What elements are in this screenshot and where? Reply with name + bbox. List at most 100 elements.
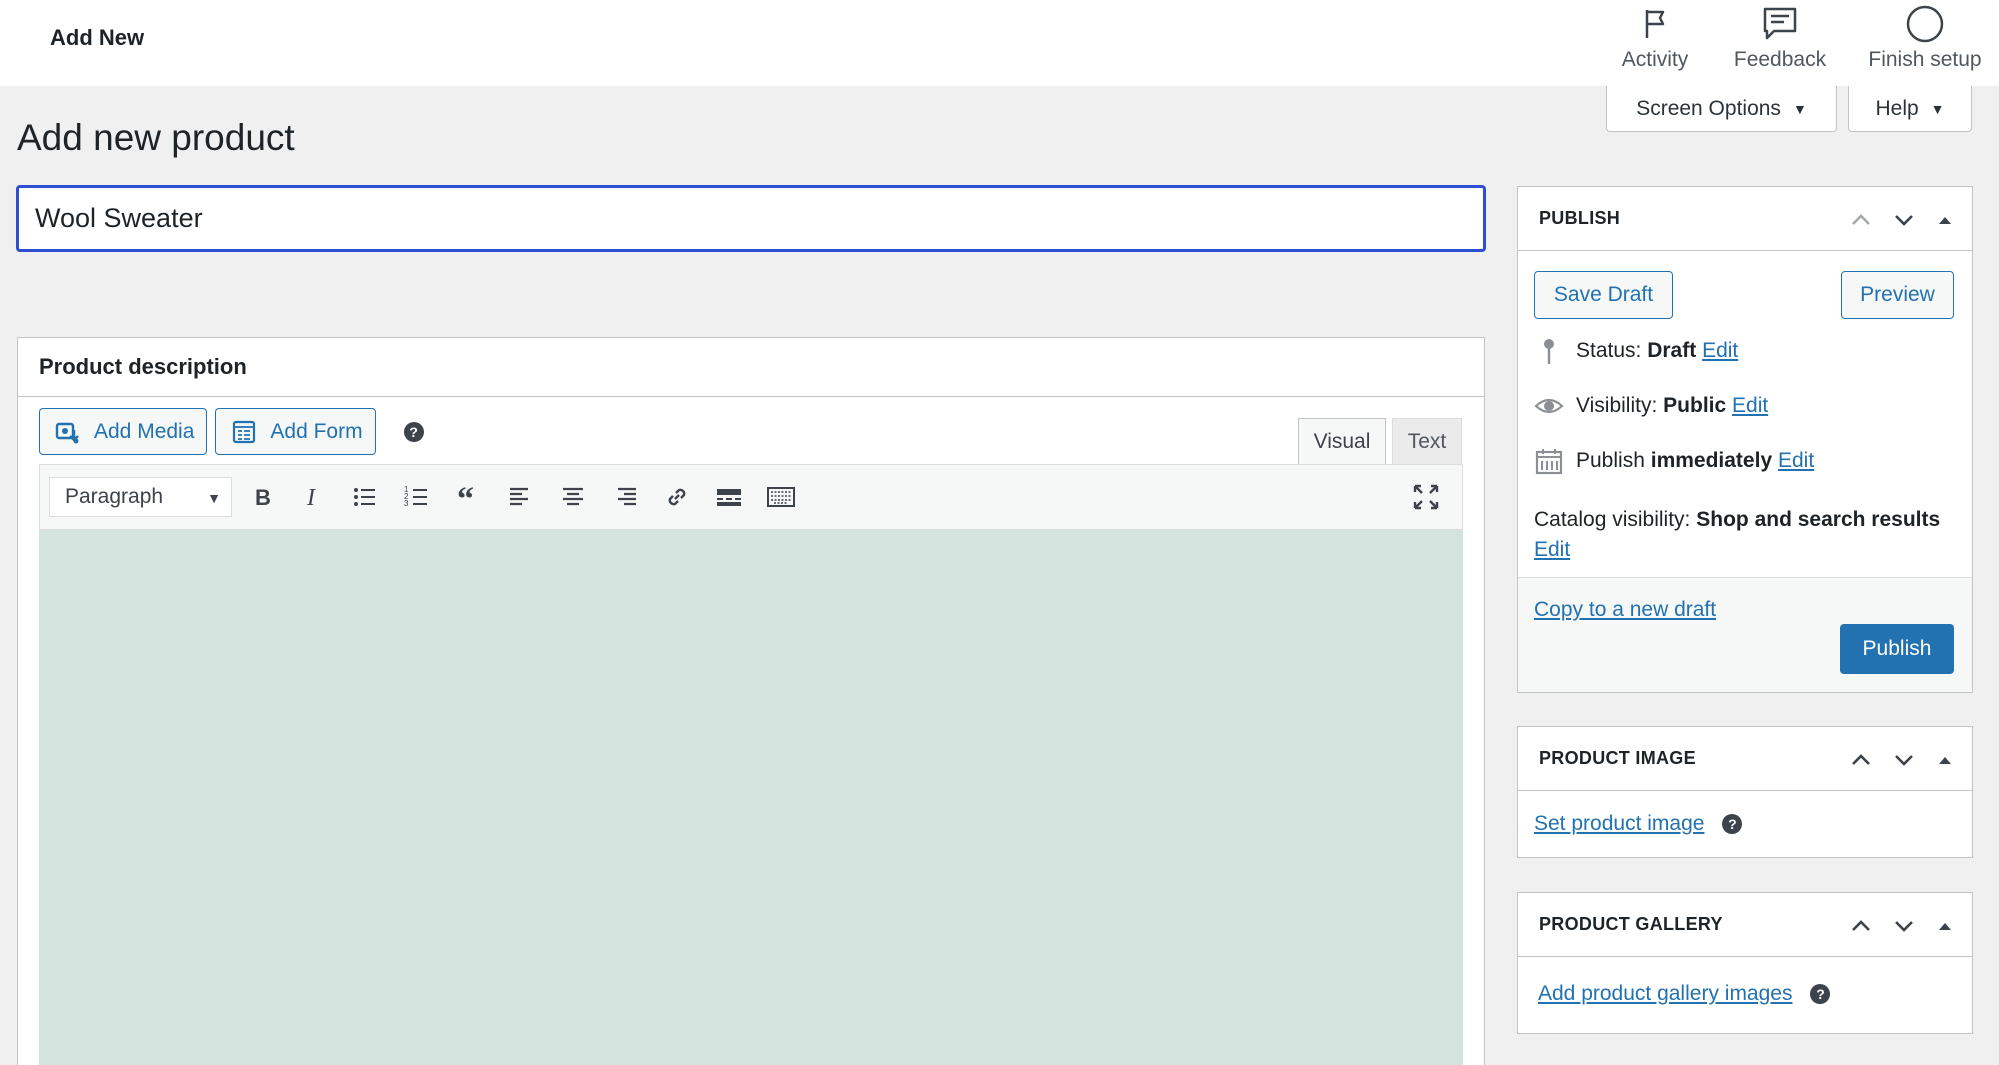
help-circle-icon[interactable]: ? — [1810, 984, 1831, 1004]
collapse-toggle-button[interactable] — [1930, 911, 1960, 941]
calendar-icon — [1535, 449, 1563, 475]
keyboard-icon — [767, 487, 795, 507]
finish-setup-label: Finish setup — [1868, 48, 1982, 71]
add-form-label: Add Form — [270, 419, 363, 443]
read-more-icon — [717, 489, 741, 506]
product-image-heading: PRODUCT IMAGE — [1539, 748, 1696, 768]
chevron-up-icon — [1852, 920, 1870, 931]
bulleted-list-icon — [354, 488, 375, 506]
align-right-button[interactable] — [607, 479, 643, 515]
media-buttons: Add Media Add Form ? — [39, 408, 424, 455]
edit-status-link[interactable]: Edit — [1702, 339, 1738, 362]
add-form-button[interactable]: Add Form — [215, 408, 376, 455]
product-image-header: PRODUCT IMAGE — [1518, 727, 1972, 791]
collapse-toggle-button[interactable] — [1930, 745, 1960, 775]
align-left-icon — [510, 487, 528, 506]
screen-options-button[interactable]: Screen Options ▼ — [1606, 86, 1837, 132]
status-value: Draft — [1647, 339, 1697, 362]
italic-button[interactable]: I — [295, 479, 331, 515]
svg-text:I: I — [306, 485, 316, 511]
bulleted-list-button[interactable] — [347, 479, 383, 515]
add-media-icon — [55, 422, 79, 443]
chevron-down-icon — [1895, 755, 1913, 766]
help-button[interactable]: Help ▼ — [1848, 86, 1972, 132]
top-bar: Add New Activity Feedback Finish setup — [0, 0, 1999, 86]
triangle-up-icon — [1939, 217, 1951, 224]
svg-text:“: “ — [457, 482, 474, 512]
save-draft-button[interactable]: Save Draft — [1534, 271, 1673, 319]
product-image-panel: PRODUCT IMAGE Set product image ? — [1517, 726, 1973, 858]
activity-button[interactable]: Activity — [1610, 0, 1700, 86]
publish-button[interactable]: Publish — [1840, 624, 1954, 674]
product-description-box: Product description Add Media Add Form ?… — [17, 337, 1485, 1065]
visibility-value: Public — [1663, 394, 1727, 417]
insert-link-button[interactable] — [659, 479, 695, 515]
edit-publish-date-link[interactable]: Edit — [1778, 449, 1814, 472]
copy-to-draft-link[interactable]: Copy to a new draft — [1534, 598, 1716, 622]
publish-panel: PUBLISH Save Draft Preview Status: Draft… — [1517, 186, 1973, 693]
pin-icon — [1544, 339, 1554, 364]
product-title-input[interactable] — [16, 185, 1486, 252]
move-down-button[interactable] — [1889, 911, 1919, 941]
edit-catalog-visibility-link[interactable]: Edit — [1534, 538, 1570, 561]
bold-icon: B — [255, 485, 271, 510]
screen-options-label: Screen Options — [1636, 96, 1781, 120]
blockquote-button[interactable]: “ — [451, 479, 487, 515]
move-up-button[interactable] — [1846, 205, 1876, 235]
visibility-text: Visibility: Public Edit — [1576, 394, 1768, 418]
finish-setup-button[interactable]: Finish setup — [1860, 0, 1990, 86]
help-label: Help — [1875, 96, 1919, 120]
help-circle-icon[interactable]: ? — [1722, 814, 1743, 834]
tab-visual[interactable]: Visual — [1298, 418, 1386, 464]
chevron-down-icon — [1895, 215, 1913, 226]
add-gallery-images-row: Add product gallery images ? — [1538, 982, 1831, 1006]
move-up-button[interactable] — [1846, 911, 1876, 941]
read-more-button[interactable] — [711, 479, 747, 515]
feedback-button[interactable]: Feedback — [1720, 0, 1840, 86]
status-text: Status: Draft Edit — [1576, 339, 1738, 363]
breadcrumb: Add New — [50, 25, 145, 50]
status-label: Status: — [1576, 339, 1642, 362]
align-left-button[interactable] — [503, 479, 539, 515]
set-product-image-link[interactable]: Set product image — [1534, 812, 1704, 836]
tab-text[interactable]: Text — [1392, 418, 1462, 464]
feedback-label: Feedback — [1733, 48, 1827, 71]
editor-content-area[interactable] — [39, 530, 1463, 1065]
product-gallery-header: PRODUCT GALLERY — [1518, 893, 1972, 957]
add-gallery-images-link[interactable]: Add product gallery images — [1538, 982, 1792, 1006]
italic-icon: I — [306, 485, 316, 511]
chevron-up-icon — [1852, 214, 1870, 225]
paragraph-format-select[interactable]: Paragraph ▼ — [49, 477, 232, 517]
publish-panel-header: PUBLISH — [1518, 187, 1972, 251]
add-media-button[interactable]: Add Media — [39, 408, 208, 455]
eye-icon — [1534, 398, 1564, 414]
publish-heading: PUBLISH — [1539, 208, 1621, 228]
add-media-label: Add Media — [94, 419, 195, 443]
align-center-button[interactable] — [555, 479, 591, 515]
publish-date-row: Publish immediately Edit — [1534, 446, 1814, 476]
preview-button[interactable]: Preview — [1841, 271, 1954, 319]
move-up-button[interactable] — [1846, 745, 1876, 775]
visibility-row: Visibility: Public Edit — [1534, 391, 1768, 421]
product-gallery-heading: PRODUCT GALLERY — [1539, 914, 1723, 934]
numbered-list-icon: 123 — [404, 485, 427, 508]
toolbar-toggle-button[interactable] — [763, 479, 799, 515]
svg-text:3: 3 — [404, 499, 409, 508]
align-center-icon — [563, 487, 583, 506]
move-down-button[interactable] — [1889, 205, 1919, 235]
fullscreen-button[interactable] — [1408, 479, 1444, 515]
publish-date-label: Publish — [1576, 449, 1645, 472]
bold-button[interactable]: B — [244, 479, 280, 515]
publish-date-value: immediately — [1650, 449, 1773, 472]
help-circle-icon[interactable]: ? — [403, 421, 424, 442]
move-down-button[interactable] — [1889, 745, 1919, 775]
fullscreen-icon — [1413, 484, 1439, 510]
feedback-icon — [1763, 7, 1797, 40]
edit-visibility-link[interactable]: Edit — [1732, 394, 1768, 417]
chevron-down-icon — [1895, 921, 1913, 932]
collapse-toggle-button[interactable] — [1930, 205, 1960, 235]
activity-label: Activity — [1621, 48, 1689, 71]
align-right-icon — [618, 487, 636, 506]
numbered-list-button[interactable]: 123 — [399, 479, 435, 515]
set-product-image-row: Set product image ? — [1534, 812, 1743, 836]
